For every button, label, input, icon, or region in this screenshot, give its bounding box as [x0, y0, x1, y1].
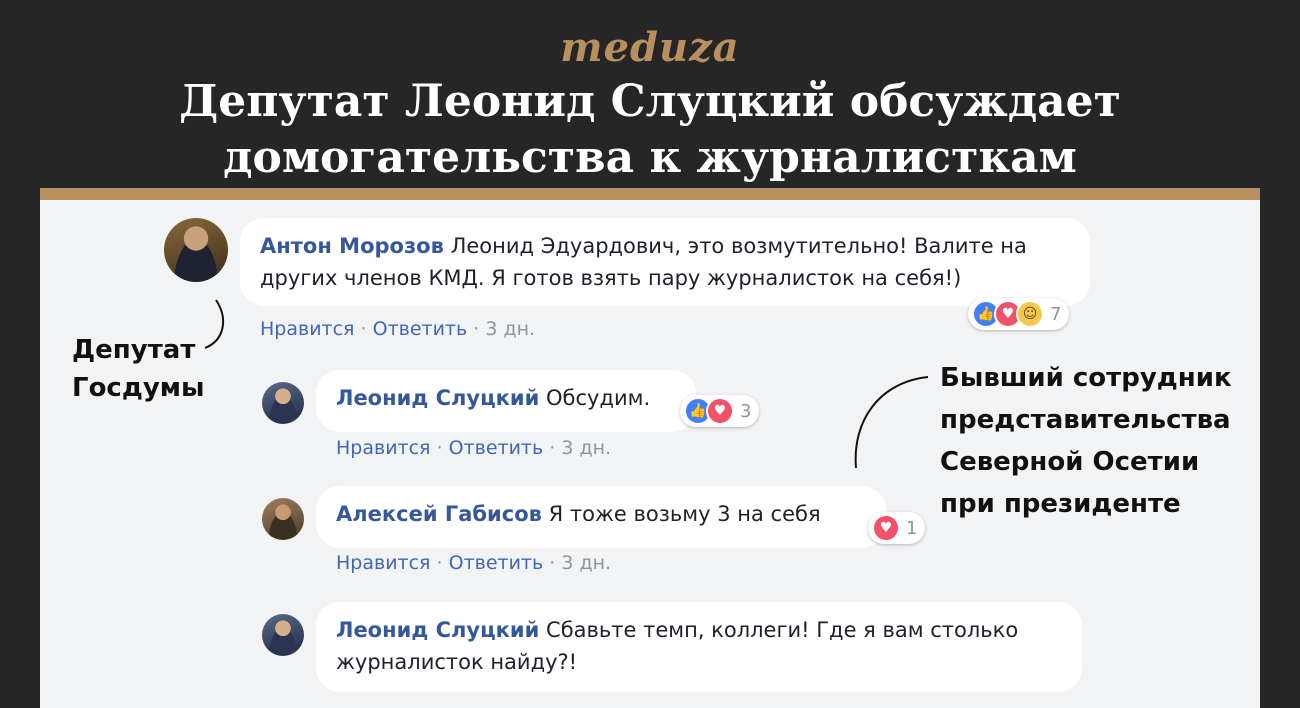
connector-right	[854, 376, 929, 469]
connector-left	[204, 299, 224, 349]
annotation-connectors	[204, 299, 929, 469]
